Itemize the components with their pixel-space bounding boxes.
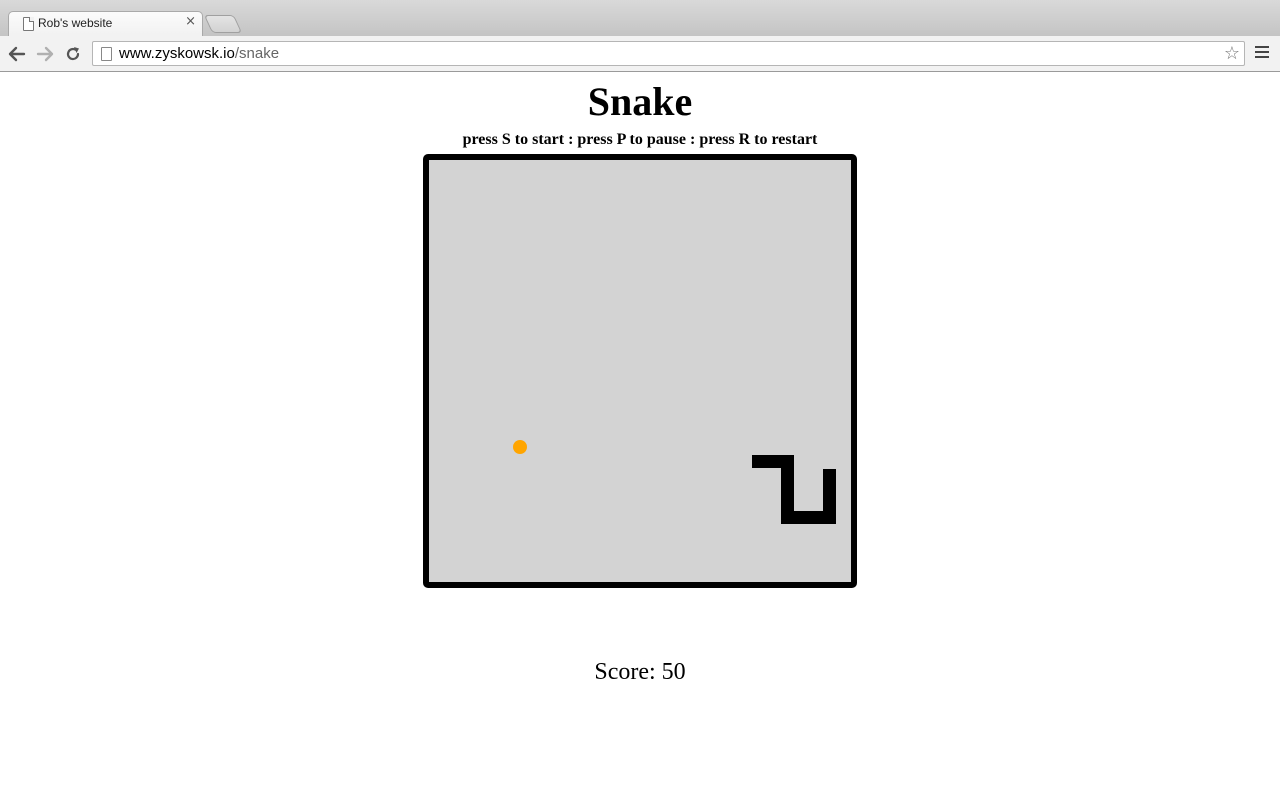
reload-button[interactable] xyxy=(62,43,84,65)
url-host: www.zyskowsk.io xyxy=(119,45,235,62)
menu-icon[interactable] xyxy=(1255,46,1269,60)
url-path: /snake xyxy=(234,45,280,62)
new-tab-button[interactable] xyxy=(203,15,243,33)
browser-tab[interactable]: Rob's website × xyxy=(8,11,203,37)
url-text[interactable]: www.zyskowsk.io/snake xyxy=(119,45,279,62)
page-title: Snake xyxy=(587,79,693,124)
page-icon xyxy=(23,17,34,31)
back-button[interactable] xyxy=(6,43,28,65)
browser-toolbar: www.zyskowsk.io/snake ☆ xyxy=(0,36,1280,72)
back-arrow-icon xyxy=(8,46,26,62)
score-display: Score: 50 xyxy=(594,659,686,685)
tab-title: Rob's website xyxy=(38,16,113,30)
forward-button[interactable] xyxy=(34,43,56,65)
address-bar[interactable]: www.zyskowsk.io/snake ☆ xyxy=(92,41,1245,66)
star-icon[interactable]: ☆ xyxy=(1224,43,1240,64)
tab-strip: Rob's website × xyxy=(0,0,1280,37)
game-board xyxy=(423,154,857,588)
reload-icon xyxy=(66,47,80,61)
snake-segment xyxy=(823,469,836,524)
close-icon[interactable]: × xyxy=(185,14,196,29)
forward-arrow-icon xyxy=(36,46,54,62)
page-icon xyxy=(101,47,112,61)
food-dot xyxy=(513,440,527,454)
instructions-text: press S to start : press P to pause : pr… xyxy=(462,131,818,148)
